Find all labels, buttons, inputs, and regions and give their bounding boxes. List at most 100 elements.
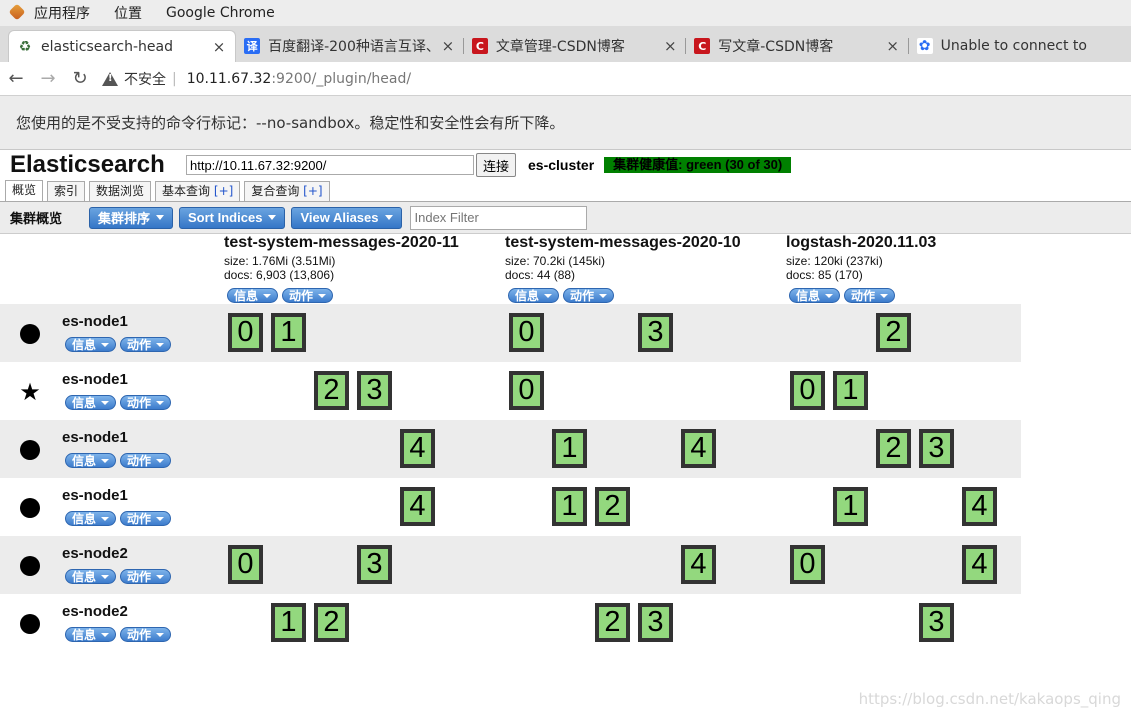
node-action-button[interactable]: 动作 [120, 395, 172, 410]
es-tab[interactable]: 复合查询 [+] [244, 181, 330, 201]
insecure-label[interactable]: 不安全 [124, 69, 166, 89]
applications-menu[interactable]: 应用程序 [34, 3, 90, 23]
node-info-button[interactable]: 信息 [65, 395, 117, 410]
node-name[interactable]: es-node1 [62, 371, 128, 388]
shard-box[interactable]: 0 [509, 371, 544, 410]
address-bar[interactable]: 不安全 | 10.11.67.32:9200/_plugin/head/ [102, 65, 1131, 93]
url-path[interactable]: :9200/_plugin/head/ [271, 71, 411, 87]
close-icon[interactable]: × [662, 37, 678, 55]
forward-arrow-icon[interactable]: → [32, 68, 64, 89]
reload-icon[interactable]: ↻ [64, 68, 96, 89]
shard-box[interactable]: 3 [919, 603, 954, 642]
shard-box[interactable]: 1 [271, 603, 306, 642]
index-info-button[interactable]: 信息 [227, 288, 279, 303]
node-name[interactable]: es-node2 [62, 545, 128, 562]
shard-box[interactable]: 4 [681, 545, 716, 584]
back-arrow-icon[interactable]: ← [0, 68, 32, 89]
index-name[interactable]: test-system-messages-2020-11 [224, 234, 504, 254]
node-action-button[interactable]: 动作 [120, 511, 172, 526]
cluster-url-input[interactable] [186, 155, 474, 175]
browser-tab[interactable]: C 写文章-CSDN博客 × [686, 30, 909, 62]
node-info-button-label: 信息 [72, 454, 97, 468]
node-name[interactable]: es-node1 [62, 429, 128, 446]
node-info-button[interactable]: 信息 [65, 511, 117, 526]
shard-box[interactable]: 0 [228, 545, 263, 584]
node-action-button[interactable]: 动作 [120, 569, 172, 584]
shard-box[interactable]: 3 [357, 371, 392, 410]
index-filter-input[interactable] [409, 205, 587, 230]
shard-box[interactable]: 1 [552, 487, 587, 526]
node-info-button[interactable]: 信息 [65, 627, 117, 642]
shard-box[interactable]: 3 [638, 603, 673, 642]
shard-box[interactable]: 0 [228, 313, 263, 352]
shard-box[interactable]: 3 [357, 545, 392, 584]
index-action-button-label: 动作 [851, 289, 876, 303]
view-aliases-button[interactable]: View Aliases [291, 206, 402, 229]
shard-box[interactable]: 1 [271, 313, 306, 352]
browser-tab[interactable]: C 文章管理-CSDN博客 × [464, 30, 687, 62]
shard-box[interactable]: 2 [595, 603, 630, 642]
es-tab[interactable]: 基本查询 [+] [155, 181, 241, 201]
shard-box[interactable]: 2 [595, 487, 630, 526]
es-tab[interactable]: 数据浏览 [89, 181, 152, 201]
close-icon[interactable]: × [440, 37, 456, 55]
index-action-button[interactable]: 动作 [282, 288, 334, 303]
shard-box[interactable]: 1 [833, 371, 868, 410]
shard-box[interactable]: 1 [833, 487, 868, 526]
warning-icon[interactable] [102, 71, 118, 87]
index-action-button[interactable]: 动作 [844, 288, 896, 303]
browser-tab[interactable]: ♻ elasticsearch-head × [8, 30, 237, 62]
shard-box[interactable]: 4 [962, 545, 997, 584]
shard-box[interactable]: 4 [962, 487, 997, 526]
node-info-button[interactable]: 信息 [65, 337, 117, 352]
index-info-button[interactable]: 信息 [508, 288, 560, 303]
index-action-button[interactable]: 动作 [563, 288, 615, 303]
node-actions: 信息 动作 [65, 508, 175, 527]
chevron-down-icon [263, 293, 272, 298]
url-host[interactable]: 10.11.67.32 [187, 71, 272, 87]
node-action-button[interactable]: 动作 [120, 453, 172, 468]
es-tab[interactable]: 索引 [47, 181, 86, 201]
index-info-button[interactable]: 信息 [789, 288, 841, 303]
applications-icon[interactable] [8, 4, 26, 22]
shard-box[interactable]: 4 [400, 429, 435, 468]
node-name[interactable]: es-node1 [62, 313, 128, 330]
active-app-menu[interactable]: Google Chrome [166, 5, 275, 21]
master-star-icon: ★ [19, 378, 41, 406]
expand-toggle[interactable]: [+] [214, 184, 233, 198]
shard-box[interactable]: 3 [638, 313, 673, 352]
connect-button[interactable]: 连接 [476, 153, 517, 177]
shard-box[interactable]: 2 [314, 603, 349, 642]
node-name[interactable]: es-node1 [62, 487, 128, 504]
sort-indices-button[interactable]: Sort Indices [179, 206, 286, 229]
shard-box[interactable]: 4 [400, 487, 435, 526]
infobar-message: 您使用的是不受支持的命令行标记：--no-sandbox。稳定性和安全性会有所下… [16, 114, 565, 132]
node-action-button[interactable]: 动作 [120, 627, 172, 642]
es-tab[interactable]: 概览 [5, 180, 44, 201]
sort-cluster-button[interactable]: 集群排序 [89, 206, 174, 229]
index-name[interactable]: logstash-2020.11.03 [786, 234, 1066, 254]
node-action-button[interactable]: 动作 [120, 337, 172, 352]
es-tab-label: 基本查询 [162, 184, 211, 198]
shard-box[interactable]: 1 [552, 429, 587, 468]
places-menu[interactable]: 位置 [114, 3, 142, 23]
browser-tab[interactable]: ✿ Unable to connect to [909, 30, 1131, 62]
chevron-down-icon [156, 574, 165, 579]
node-info-button[interactable]: 信息 [65, 453, 117, 468]
shard-box[interactable]: 3 [919, 429, 954, 468]
shard-box[interactable]: 2 [876, 313, 911, 352]
close-icon[interactable]: × [211, 38, 227, 56]
index-name[interactable]: test-system-messages-2020-10 [505, 234, 785, 254]
shard-box[interactable]: 0 [790, 545, 825, 584]
shard-box[interactable]: 0 [790, 371, 825, 410]
chevron-down-icon [156, 400, 165, 405]
node-name[interactable]: es-node2 [62, 603, 128, 620]
close-icon[interactable]: × [885, 37, 901, 55]
shard-box[interactable]: 0 [509, 313, 544, 352]
shard-box[interactable]: 2 [876, 429, 911, 468]
expand-toggle[interactable]: [+] [303, 184, 322, 198]
browser-tab[interactable]: 译百度翻译-200种语言互译、 × [236, 30, 464, 62]
shard-box[interactable]: 4 [681, 429, 716, 468]
shard-box[interactable]: 2 [314, 371, 349, 410]
node-info-button[interactable]: 信息 [65, 569, 117, 584]
